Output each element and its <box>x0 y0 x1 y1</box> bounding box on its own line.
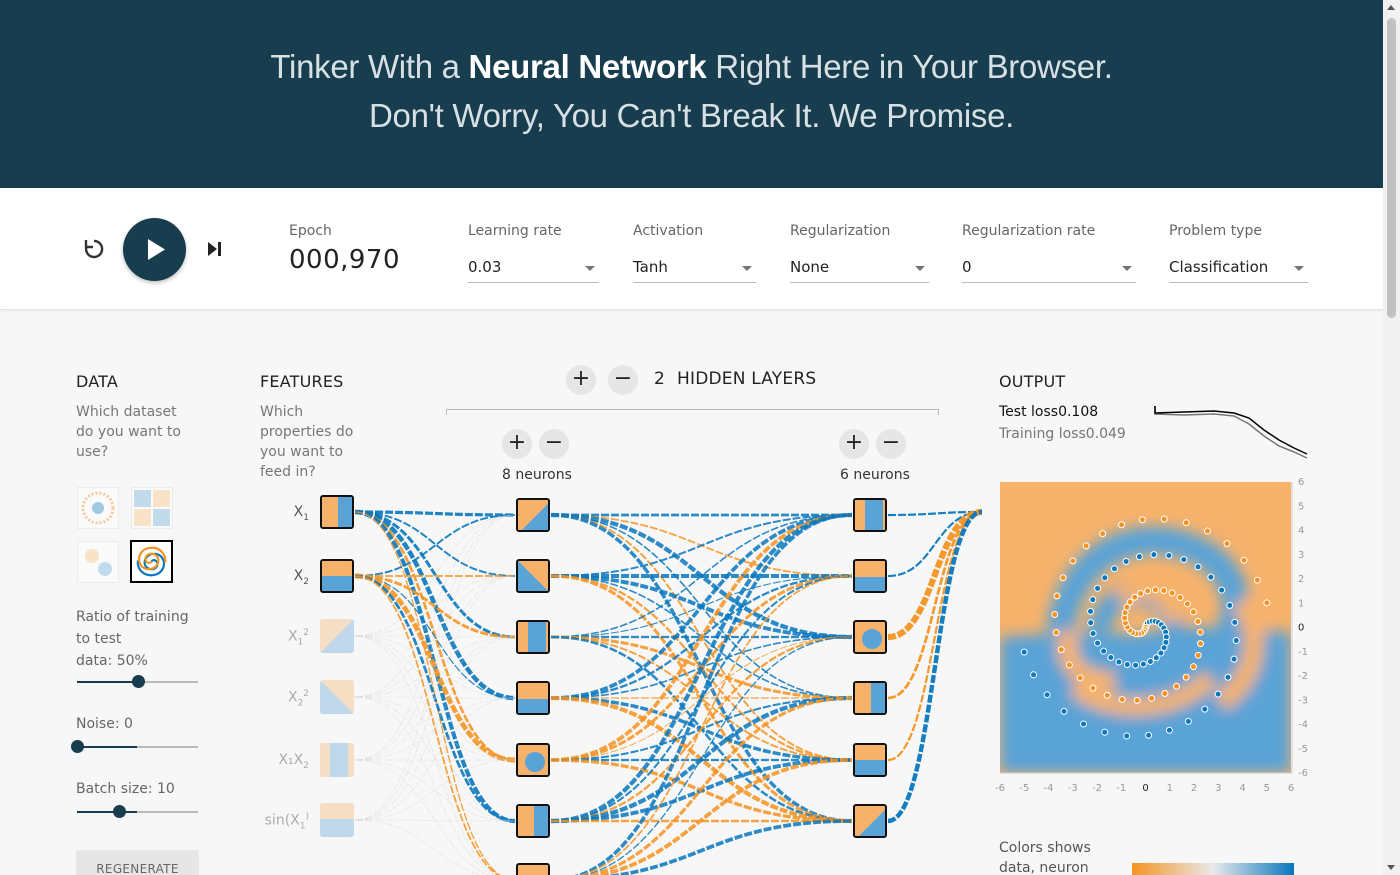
x-tick-label: -3 <box>1068 783 1078 794</box>
x-tick-label: 0 <box>1142 783 1148 794</box>
data-subtitle: Which dataset do you want to use? <box>76 404 181 460</box>
y-tick-label: 3 <box>1298 550 1304 561</box>
features-title: FEATURES <box>260 372 344 391</box>
add-layer-button[interactable]: + <box>566 365 596 395</box>
hidden1-node[interactable] <box>516 498 550 532</box>
dataset-spiral[interactable] <box>130 540 173 583</box>
y-tick-label: 1 <box>1298 598 1304 609</box>
x-tick-label: -5 <box>1019 783 1029 794</box>
connection-line[interactable] <box>550 512 853 824</box>
connection-line[interactable] <box>354 514 516 761</box>
remove-layer-button[interactable]: − <box>608 365 638 395</box>
input-node[interactable] <box>320 559 354 593</box>
hidden-layers-bracket <box>446 409 939 415</box>
dataset-gauss[interactable] <box>77 541 119 583</box>
noise-label: Noise: 0 <box>76 716 133 732</box>
hidden2-node[interactable] <box>853 804 887 838</box>
hidden1-node[interactable] <box>516 559 550 593</box>
hidden2-node[interactable] <box>853 681 887 715</box>
hidden2-node[interactable] <box>853 498 887 532</box>
y-tick-label: -3 <box>1298 695 1308 706</box>
feature-label[interactable]: X1 <box>259 504 309 523</box>
hidden-layers-count: 2 <box>654 369 665 389</box>
loss-chart <box>1154 406 1308 459</box>
features-subtitle: Which properties do you want to feed in? <box>260 404 354 480</box>
layer1-neuron-count: 8 neurons <box>502 467 572 483</box>
y-tick-label: 6 <box>1298 477 1304 488</box>
hidden1-node[interactable] <box>516 804 550 838</box>
hidden2-node[interactable] <box>853 559 887 593</box>
connection-line[interactable] <box>887 509 983 824</box>
y-tick-label: 2 <box>1298 574 1304 585</box>
dataset-xor[interactable] <box>131 487 173 529</box>
x-tick-label: 1 <box>1167 783 1173 794</box>
x-tick-label: -4 <box>1044 783 1054 794</box>
layer1-remove-neuron-button[interactable]: − <box>539 429 569 459</box>
x-tick-label: 2 <box>1191 783 1197 794</box>
connection-line[interactable] <box>354 696 515 875</box>
hidden2-node[interactable] <box>853 620 887 654</box>
input-node[interactable] <box>320 743 354 777</box>
regenerate-button[interactable]: REGENERATE <box>76 850 199 875</box>
feature-label[interactable]: X12 <box>259 628 309 647</box>
test-loss: Test loss0.108 <box>999 404 1099 420</box>
feature-label[interactable]: X₁X2 <box>259 752 309 771</box>
x-tick-label: 3 <box>1215 783 1221 794</box>
training-loss: Training loss0.049 <box>999 426 1126 442</box>
y-tick-label: -2 <box>1298 671 1308 682</box>
heatmap-axes: -6 -5 -4 -3 -2 -1 0 1 2 3 4 5 6 6 5 4 3 2 1 0 -1 -2 -3 -4 -5 -6 <box>995 477 1308 794</box>
feature-label[interactable]: sin(X1) <box>259 812 309 831</box>
input-node[interactable] <box>320 619 354 653</box>
input-node[interactable] <box>320 803 354 837</box>
hidden1-node[interactable] <box>516 743 550 777</box>
feature-label[interactable]: X2 <box>259 568 309 587</box>
scrollbar-thumb[interactable] <box>1387 18 1396 318</box>
colors-legend-text: Colors shows data, neuron <box>999 840 1091 875</box>
y-tick-label: -6 <box>1298 768 1308 779</box>
layer2-add-neuron-button[interactable]: + <box>839 429 869 459</box>
hidden1-node[interactable] <box>516 681 550 715</box>
feature-label[interactable]: X22 <box>259 689 309 708</box>
ratio-slider-knob[interactable] <box>131 675 145 688</box>
hidden-layers-label: HIDDEN LAYERS <box>677 369 817 389</box>
scroll-down-icon[interactable] <box>1387 865 1395 870</box>
connection-line[interactable] <box>551 575 853 875</box>
page-scrollbar[interactable] <box>1383 0 1400 875</box>
connection-line[interactable] <box>354 514 516 821</box>
x-tick-label: 4 <box>1239 783 1245 794</box>
x-tick-label: 5 <box>1264 783 1270 794</box>
y-tick-label: -1 <box>1298 647 1308 658</box>
connection-line[interactable] <box>354 575 515 875</box>
x-tick-label: -1 <box>1116 783 1126 794</box>
connection-line[interactable] <box>551 696 853 875</box>
connection-line[interactable] <box>354 697 516 821</box>
hidden1-node[interactable] <box>516 863 550 875</box>
input-node[interactable] <box>320 495 354 529</box>
y-tick-label: -5 <box>1298 744 1308 755</box>
layer2-remove-neuron-button[interactable]: − <box>876 429 906 459</box>
connection-line[interactable] <box>354 759 515 875</box>
x-tick-label: -6 <box>995 783 1005 794</box>
output-title: OUTPUT <box>999 372 1066 391</box>
x-tick-label: 6 <box>1288 783 1294 794</box>
y-tick-label: -4 <box>1298 720 1308 731</box>
y-tick-label: 0 <box>1298 623 1304 634</box>
data-title: DATA <box>76 372 119 391</box>
layer1-add-neuron-button[interactable]: + <box>502 429 532 459</box>
hidden2-node[interactable] <box>853 743 887 777</box>
y-tick-label: 4 <box>1298 526 1304 537</box>
batch-size-label: Batch size: 10 <box>76 781 175 797</box>
scroll-up-icon[interactable] <box>1387 5 1395 10</box>
noise-slider-knob[interactable] <box>71 740 84 753</box>
y-tick-label: 5 <box>1298 501 1304 512</box>
dataset-circle[interactable] <box>77 487 119 529</box>
hidden1-node[interactable] <box>516 620 550 654</box>
colors-legend-bar <box>1132 863 1294 875</box>
layer2-neuron-count: 6 neurons <box>840 467 910 483</box>
x-tick-label: -2 <box>1092 783 1102 794</box>
input-node[interactable] <box>320 680 354 714</box>
ratio-label: Ratio of training to test data: 50% <box>76 609 189 669</box>
